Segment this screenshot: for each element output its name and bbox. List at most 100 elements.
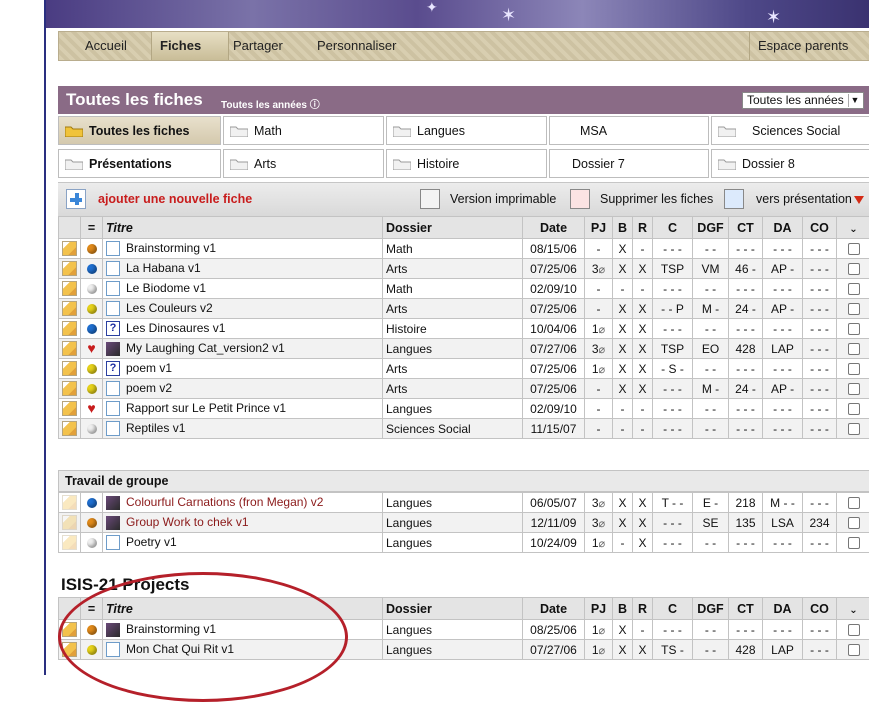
table-row[interactable]: Le Biodome v1Math02/09/10---- - -- -- - … (59, 279, 869, 299)
select-cell[interactable] (837, 239, 869, 259)
add-icon[interactable] (66, 189, 86, 209)
edit-cell[interactable] (59, 339, 81, 359)
column-header-date[interactable]: Date (523, 598, 585, 620)
column-header-co[interactable]: CO (803, 217, 837, 239)
folder-msa[interactable]: MSA (549, 116, 709, 145)
row-checkbox[interactable] (848, 403, 860, 415)
column-header-dossier[interactable]: Dossier (383, 598, 523, 620)
table-row[interactable]: Poetry v1Langues10/24/091⌀-X- - -- -- - … (59, 533, 869, 553)
select-cell[interactable] (837, 533, 869, 553)
column-header-eq[interactable]: = (81, 217, 103, 239)
sheet-title-link[interactable]: Brainstorming v1 (126, 241, 216, 255)
expand-arrow-icon[interactable] (854, 196, 864, 204)
row-checkbox[interactable] (848, 383, 860, 395)
sheet-title-link[interactable]: My Laughing Cat_version2 v1 (126, 341, 285, 355)
folder-histoire[interactable]: Histoire (386, 149, 547, 178)
sheet-title-link[interactable]: Rapport sur Le Petit Prince v1 (126, 401, 286, 415)
title-cell[interactable]: poem v2 (103, 379, 383, 399)
presentation-icon[interactable] (724, 189, 744, 209)
select-all-header[interactable]: ⌄ (837, 217, 869, 239)
sheet-title-link[interactable]: poem v1 (126, 361, 172, 375)
nav-partager[interactable]: Partager (225, 32, 291, 60)
table-row[interactable]: Colourful Carnations (fron Megan) v2Lang… (59, 493, 869, 513)
folder-arts[interactable]: Arts (223, 149, 384, 178)
title-cell[interactable]: Les Couleurs v2 (103, 299, 383, 319)
title-cell[interactable]: Le Biodome v1 (103, 279, 383, 299)
edit-cell[interactable] (59, 259, 81, 279)
column-header-r[interactable]: R (633, 217, 653, 239)
pencil-icon[interactable] (62, 381, 77, 396)
pencil-icon[interactable] (62, 361, 77, 376)
folder-presentations[interactable]: Présentations (58, 149, 221, 178)
select-all-checkbox[interactable]: ⌄ (849, 605, 857, 616)
edit-cell[interactable] (59, 239, 81, 259)
sheet-title-link[interactable]: Group Work to chek v1 (126, 515, 249, 529)
column-header-c[interactable]: C (653, 598, 693, 620)
edit-cell[interactable] (59, 319, 81, 339)
dropdown-arrow-icon[interactable]: ▼ (848, 94, 861, 107)
table-row[interactable]: ?Les Dinosaures v1Histoire10/04/061⌀XX- … (59, 319, 869, 339)
nav-espace-parents[interactable]: Espace parents (749, 32, 856, 60)
title-cell[interactable]: My Laughing Cat_version2 v1 (103, 339, 383, 359)
pencil-icon[interactable] (62, 241, 77, 256)
select-cell[interactable] (837, 493, 869, 513)
title-cell[interactable]: Rapport sur Le Petit Prince v1 (103, 399, 383, 419)
pencil-icon[interactable] (62, 535, 77, 550)
select-cell[interactable] (837, 299, 869, 319)
edit-cell[interactable] (59, 359, 81, 379)
edit-cell[interactable] (59, 493, 81, 513)
nav-fiches[interactable]: Fiches (151, 32, 229, 60)
title-cell[interactable]: Colourful Carnations (fron Megan) v2 (103, 493, 383, 513)
select-cell[interactable] (837, 620, 869, 640)
table-row[interactable]: ?poem v1Arts07/25/061⌀XX- S -- -- - -- -… (59, 359, 869, 379)
printer-icon[interactable] (420, 189, 440, 209)
pencil-icon[interactable] (62, 495, 77, 510)
title-cell[interactable]: Group Work to chek v1 (103, 513, 383, 533)
column-header-dossier[interactable]: Dossier (383, 217, 523, 239)
edit-cell[interactable] (59, 379, 81, 399)
sheet-title-link[interactable]: Colourful Carnations (fron Megan) v2 (126, 495, 323, 509)
pencil-icon[interactable] (62, 261, 77, 276)
select-cell[interactable] (837, 339, 869, 359)
nav-accueil[interactable]: Accueil (77, 32, 135, 60)
folder-sciences-social[interactable]: Sciences Social (711, 116, 869, 145)
table-row[interactable]: Reptiles v1Sciences Social11/15/07---- -… (59, 419, 869, 439)
delete-link[interactable]: Supprimer les fiches (600, 192, 713, 206)
select-cell[interactable] (837, 513, 869, 533)
folder-dossier-7[interactable]: Dossier 7 (549, 149, 709, 178)
row-checkbox[interactable] (848, 323, 860, 335)
sheet-title-link[interactable]: Les Dinosaures v1 (126, 321, 225, 335)
sheet-title-link[interactable]: poem v2 (126, 381, 172, 395)
edit-cell[interactable] (59, 419, 81, 439)
select-all-checkbox[interactable]: ⌄ (849, 224, 857, 235)
folder-dossier-8[interactable]: Dossier 8 (711, 149, 869, 178)
table-row[interactable]: Les Couleurs v2Arts07/25/06-XX- - PM -24… (59, 299, 869, 319)
select-cell[interactable] (837, 259, 869, 279)
edit-cell[interactable] (59, 533, 81, 553)
sheet-title-link[interactable]: Les Couleurs v2 (126, 301, 213, 315)
column-header-pj[interactable]: PJ (585, 598, 613, 620)
row-checkbox[interactable] (848, 303, 860, 315)
edit-cell[interactable] (59, 299, 81, 319)
presentation-link[interactable]: vers présentation (756, 192, 852, 206)
pencil-icon[interactable] (62, 321, 77, 336)
select-cell[interactable] (837, 640, 869, 660)
column-header-pj[interactable]: PJ (585, 217, 613, 239)
table-row[interactable]: Brainstorming v1Math08/15/06-X-- - -- --… (59, 239, 869, 259)
pencil-icon[interactable] (62, 515, 77, 530)
delete-icon[interactable] (570, 189, 590, 209)
select-cell[interactable] (837, 279, 869, 299)
title-cell[interactable]: Brainstorming v1 (103, 239, 383, 259)
column-header-b[interactable]: B (613, 598, 633, 620)
title-cell[interactable]: Reptiles v1 (103, 419, 383, 439)
select-cell[interactable] (837, 379, 869, 399)
pencil-icon[interactable] (62, 301, 77, 316)
title-cell[interactable]: La Habana v1 (103, 259, 383, 279)
table-row[interactable]: poem v2Arts07/25/06-XX- - -M -24 -AP -- … (59, 379, 869, 399)
pencil-icon[interactable] (62, 281, 77, 296)
column-header-dgf[interactable]: DGF (693, 217, 729, 239)
column-header-ct[interactable]: CT (729, 217, 763, 239)
column-header-date[interactable]: Date (523, 217, 585, 239)
sheet-title-link[interactable]: La Habana v1 (126, 261, 201, 275)
nav-personnaliser[interactable]: Personnaliser (309, 32, 405, 60)
